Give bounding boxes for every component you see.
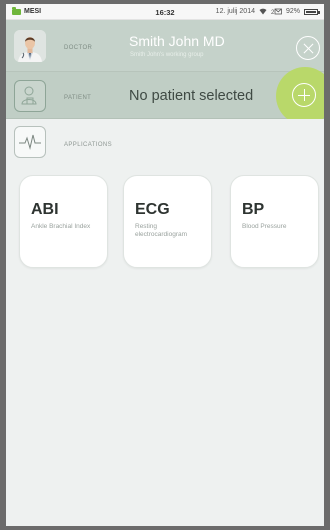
doctor-group: Smith John's working group [130, 52, 204, 58]
patient-label: PATIENT [64, 95, 92, 101]
add-patient-icon[interactable] [292, 83, 316, 107]
doctor-label: DOCTOR [64, 45, 93, 51]
status-right: 12. julij 2014 2 92% [215, 8, 320, 15]
app-card-abi[interactable]: ABI Ankle Brachial Index [19, 175, 108, 268]
logout-close-icon[interactable] [296, 36, 320, 60]
app-card-abbr: ECG [135, 201, 170, 218]
app-card-abbr: ABI [31, 201, 59, 218]
patient-icon [14, 80, 46, 112]
doctor-avatar [14, 30, 46, 62]
applications-grid: ABI Ankle Brachial Index ECG Resting ele… [18, 175, 319, 271]
svg-text:2: 2 [271, 10, 275, 15]
mail-icon: 2 [271, 8, 282, 15]
applications-row: APPLICATIONS [6, 119, 324, 164]
doctor-name: Smith John MD [129, 33, 225, 49]
patient-status: No patient selected [129, 88, 254, 104]
doctor-row[interactable]: DOCTOR Smith John MD Smith John's workin… [6, 20, 324, 72]
app-card-abbr: BP [242, 201, 265, 218]
app-screen: MESI 16:32 12. julij 2014 2 92% DOCTOR S… [6, 4, 324, 526]
status-bar: MESI 16:32 12. julij 2014 2 92% [6, 4, 324, 20]
applications-label: APPLICATIONS [64, 142, 113, 148]
app-card-desc: Ankle Brachial Index [31, 223, 91, 230]
app-card-ecg[interactable]: ECG Resting electrocardiogram [123, 175, 212, 268]
wifi-icon [259, 8, 267, 15]
battery-icon [304, 8, 320, 15]
status-date: 12. julij 2014 [215, 8, 255, 15]
app-card-bp[interactable]: BP Blood Pressure [230, 175, 319, 268]
app-card-desc: Resting electrocardiogram [135, 223, 188, 239]
app-card-desc: Blood Pressure [242, 223, 287, 230]
pulse-icon [14, 126, 46, 158]
battery-percent: 92% [285, 8, 300, 15]
patient-row[interactable]: PATIENT No patient selected [6, 67, 324, 125]
